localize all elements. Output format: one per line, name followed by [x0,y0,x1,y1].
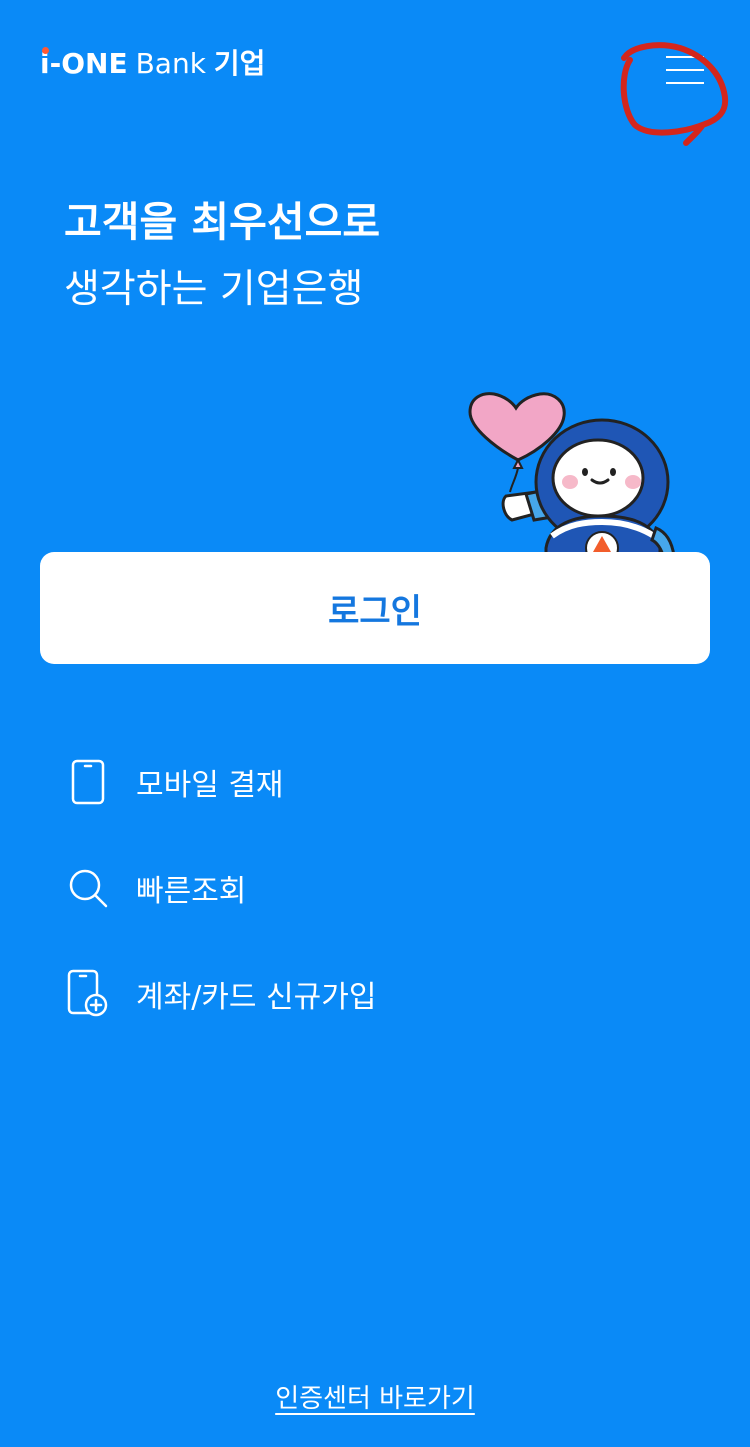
login-button[interactable]: 로그인 [40,552,710,664]
logo-dot [42,47,49,54]
bank-logo: i-ONE Bank 기업 [40,47,266,80]
logo-korean-text: 기업 [213,47,266,80]
red-circle-annotation [620,42,729,146]
mascot-illustration [468,392,676,568]
phone-add-icon [64,969,112,1018]
quick-menu: 모바일 결재 빠른조회 계좌/카드 신규가입 [64,742,684,1060]
phone-icon [64,758,112,806]
mobile-payment-label: 모바일 결재 [136,768,284,803]
search-icon [64,864,112,912]
quick-lookup-link[interactable]: 빠른조회 [64,848,684,928]
certificate-center-link[interactable]: 인증센터 바로가기 [0,1378,750,1415]
new-account-link[interactable]: 계좌/카드 신규가입 [64,954,684,1034]
logo-brand-text: i-ONE [40,47,128,80]
quick-lookup-label: 빠른조회 [136,874,247,909]
hero-text: 고객을 최우선으로 생각하는 기업은행 [64,195,380,317]
app-header: i-ONE Bank 기업 [0,0,750,146]
logo-brand: i-ONE [40,47,128,80]
new-account-label: 계좌/카드 신규가입 [136,980,377,1015]
logo-bank-text: Bank [135,47,206,80]
login-button-label: 로그인 [328,591,422,632]
mobile-payment-link[interactable]: 모바일 결재 [64,742,684,822]
hero-headline: 고객을 최우선으로 [64,198,381,246]
hero-subheadline: 생각하는 기업은행 [64,267,364,312]
